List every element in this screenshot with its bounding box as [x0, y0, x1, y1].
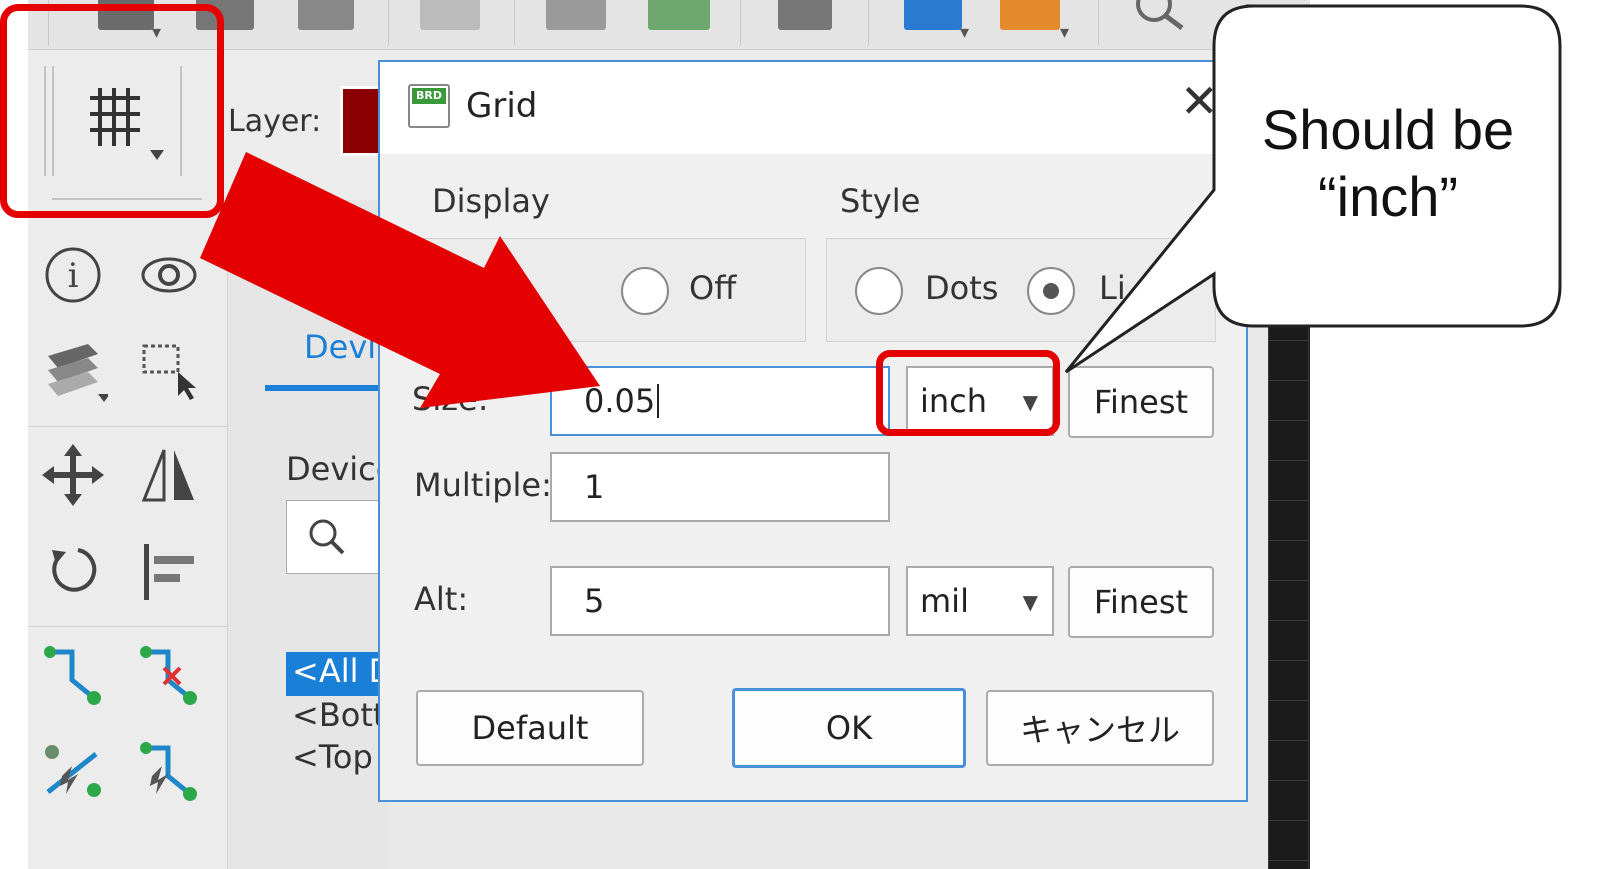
dialog-title: Grid — [466, 86, 538, 126]
display-label: Display — [432, 182, 550, 220]
toolbar-separator — [868, 0, 869, 46]
brd-icon[interactable] — [420, 0, 480, 30]
ripup-icon[interactable] — [134, 640, 204, 710]
palette-separator — [28, 426, 228, 427]
alt-value: 5 — [584, 582, 605, 620]
alt-label: Alt: — [414, 580, 469, 618]
palette-separator — [28, 626, 228, 627]
alt-unit-value: mil — [920, 582, 969, 620]
cancel-button[interactable]: キャンセル — [986, 690, 1214, 766]
display-on-label: On — [487, 269, 533, 307]
optimize-route-icon[interactable] — [134, 736, 204, 806]
align-icon[interactable] — [134, 536, 204, 606]
display-on-radio[interactable] — [427, 267, 475, 315]
style-lines-radio[interactable] — [1027, 267, 1075, 315]
cam-icon[interactable] — [904, 0, 962, 30]
drc-icon[interactable] — [1000, 0, 1060, 30]
autorouter-icon[interactable] — [38, 736, 108, 806]
export-icon[interactable] — [98, 0, 154, 30]
grid-dialog: BRD Grid ✕ Display On Off Style Dots Li.… — [378, 60, 1248, 802]
toolbar-separator — [48, 0, 49, 46]
multiple-value: 1 — [584, 468, 605, 506]
style-dots-label: Dots — [925, 269, 999, 307]
style-group: Dots Li... — [826, 238, 1216, 342]
save-icon[interactable] — [196, 0, 254, 30]
toolbar-separator — [740, 0, 741, 46]
style-dots-radio[interactable] — [855, 267, 903, 315]
search-icon — [309, 519, 345, 555]
route-icon[interactable] — [38, 640, 108, 710]
layers-icon[interactable] — [38, 336, 108, 406]
mirror-icon[interactable] — [134, 440, 204, 510]
display-off-radio[interactable] — [621, 267, 669, 315]
rotate-icon[interactable] — [38, 536, 108, 606]
download-icon[interactable] — [648, 0, 710, 30]
style-label: Style — [840, 182, 921, 220]
canvas-grid — [1268, 60, 1310, 869]
display-off-label: Off — [689, 269, 737, 307]
size-input[interactable]: 0.05 — [550, 366, 890, 436]
toolbar-separator — [44, 66, 46, 176]
tool-palette: i — [28, 200, 228, 869]
default-button[interactable]: Default — [416, 690, 644, 766]
size-finest-button[interactable]: Finest — [1068, 366, 1214, 438]
chevron-down-icon: ▼ — [1022, 390, 1038, 414]
show-icon[interactable] — [134, 240, 204, 310]
layer-label: Layer: — [228, 104, 322, 139]
toolbar-separator — [1098, 0, 1099, 46]
size-unit-value: inch — [920, 382, 988, 420]
svg-text:i: i — [68, 256, 79, 296]
alt-finest-button[interactable]: Finest — [1068, 566, 1214, 638]
info-icon[interactable]: i — [38, 240, 108, 310]
print-icon[interactable] — [298, 0, 354, 30]
script-icon[interactable] — [546, 0, 606, 30]
top-toolbar: ▾ ▾ ▾ — [28, 0, 1310, 50]
chevron-down-icon[interactable]: ▾ — [960, 22, 969, 43]
display-group: On Off — [416, 238, 806, 342]
grid-icon — [90, 88, 164, 160]
multiple-input[interactable]: 1 — [550, 452, 890, 522]
chevron-down-icon[interactable]: ▾ — [1060, 22, 1069, 43]
chevron-down-icon[interactable]: ▾ — [152, 22, 161, 43]
toolbar-separator — [514, 0, 515, 46]
multiple-label: Multiple: — [414, 466, 552, 504]
dialog-titlebar: BRD Grid ✕ — [380, 62, 1246, 154]
alt-input[interactable]: 5 — [550, 566, 890, 636]
list-item-top[interactable]: <Top — [286, 738, 373, 776]
size-label: Size: — [412, 380, 489, 418]
ok-button[interactable]: OK — [732, 688, 966, 768]
size-value: 0.05 — [584, 382, 656, 420]
toolbar-separator — [388, 0, 389, 46]
grid-button[interactable] — [78, 70, 178, 180]
select-group-icon[interactable] — [134, 336, 204, 406]
move-icon[interactable] — [38, 440, 108, 510]
device-panel: Devic Device <All D <Bott <Top — [228, 200, 396, 869]
library-icon[interactable] — [778, 0, 832, 30]
search-icon[interactable] — [1132, 0, 1192, 30]
board-canvas[interactable] — [1268, 60, 1310, 869]
alt-unit-select[interactable]: mil ▼ — [906, 566, 1054, 636]
close-icon[interactable]: ✕ — [1180, 78, 1219, 124]
list-item-bottom[interactable]: <Bott — [286, 696, 385, 734]
brd-icon: BRD — [408, 84, 450, 128]
toolbar-separator — [180, 66, 182, 176]
chevron-down-icon: ▼ — [1022, 590, 1038, 614]
toolbar-separator — [52, 66, 54, 176]
style-lines-label: Li... — [1099, 269, 1157, 307]
size-unit-select[interactable]: inch ▼ — [906, 366, 1054, 436]
